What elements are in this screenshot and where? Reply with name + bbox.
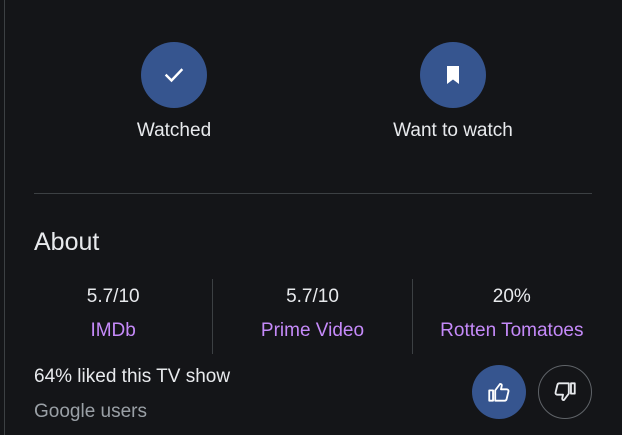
check-icon bbox=[164, 68, 184, 83]
watched-button[interactable]: Watched bbox=[74, 42, 274, 142]
left-border bbox=[4, 0, 5, 435]
thumbs-up-icon bbox=[488, 382, 510, 402]
want-to-watch-button[interactable]: Want to watch bbox=[353, 42, 553, 142]
watched-circle[interactable] bbox=[141, 42, 207, 108]
bookmark-icon bbox=[447, 66, 459, 84]
google-users-label: Google users bbox=[34, 401, 148, 422]
thumbs-up-button[interactable] bbox=[472, 365, 526, 419]
thumbs-down-icon bbox=[554, 382, 576, 402]
watched-label: Watched bbox=[136, 120, 212, 141]
rating-source-link[interactable]: Rotten Tomatoes bbox=[440, 320, 583, 342]
rating-imdb: 5.7/10 IMDb bbox=[14, 279, 212, 354]
liked-percentage-text: 64% liked this TV show bbox=[34, 366, 231, 387]
want-to-watch-label: Want to watch bbox=[393, 120, 513, 141]
rating-rotten-tomatoes: 20% Rotten Tomatoes bbox=[411, 279, 611, 354]
about-heading: About bbox=[34, 228, 100, 256]
knowledge-panel: Watched Want to watch About 5.7/10 IMDb … bbox=[0, 0, 622, 435]
rating-source-link[interactable]: Prime Video bbox=[261, 320, 364, 342]
section-divider bbox=[34, 193, 592, 194]
want-to-watch-circle[interactable] bbox=[420, 42, 486, 108]
rating-source-link[interactable]: IMDb bbox=[90, 320, 135, 342]
rating-prime-video: 5.7/10 Prime Video bbox=[212, 279, 411, 354]
rating-value: 5.7/10 bbox=[286, 286, 339, 307]
rating-value: 20% bbox=[492, 286, 531, 307]
thumbs-down-button[interactable] bbox=[538, 365, 592, 419]
ratings-row: 5.7/10 IMDb 5.7/10 Prime Video 20% Rotte… bbox=[14, 279, 611, 354]
rating-value: 5.7/10 bbox=[86, 286, 140, 307]
